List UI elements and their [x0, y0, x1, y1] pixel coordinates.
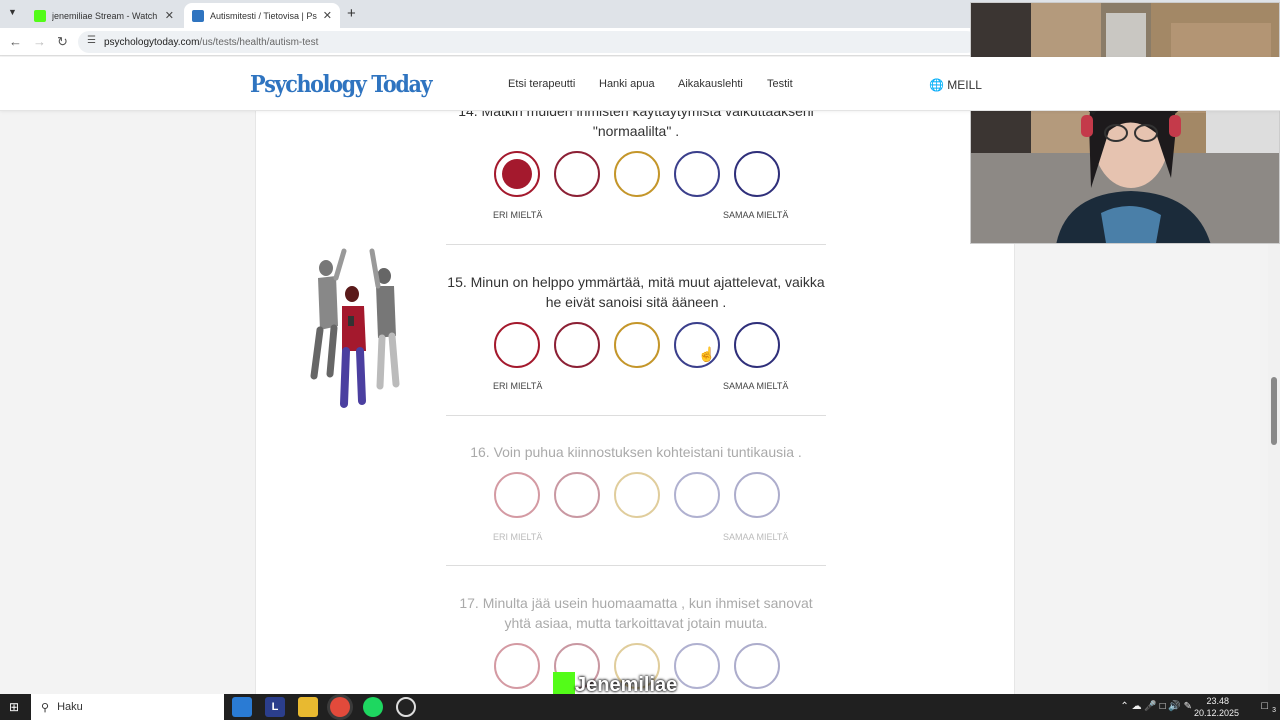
locale-label: MEILL — [947, 78, 982, 92]
q16-option-1[interactable] — [494, 472, 540, 518]
q16-option-4[interactable] — [674, 472, 720, 518]
q15-scale-right: SAMAA MIELTÄ — [723, 381, 789, 391]
forward-icon[interactable]: → — [33, 34, 46, 49]
tray-icons[interactable]: ⌃ ☁ 🎤 □ 🔊 ✎ — [1120, 701, 1192, 712]
q17-option-5[interactable] — [734, 643, 780, 689]
hand-cursor-icon: ☝ — [698, 346, 716, 362]
tab-title: jenemiliae Stream - Watch Live — [52, 10, 159, 21]
question-14-text: 14. Matkin muiden ihmisten käyttäytymist… — [458, 111, 814, 139]
q14-option-2[interactable] — [554, 151, 600, 197]
search-icon: ⚲ — [41, 701, 50, 714]
q15-option-5[interactable] — [734, 322, 780, 368]
question-divider — [446, 565, 826, 566]
spotify-icon[interactable] — [363, 697, 383, 717]
clock-time[interactable]: 23.48 — [1206, 696, 1229, 706]
people-illustration — [310, 248, 400, 408]
address-bar[interactable]: ☰ psychologytoday.com/us/tests/health/au… — [78, 31, 978, 53]
locale-selector[interactable]: 🌐 MEILL — [929, 78, 982, 92]
globe-icon: 🌐 — [929, 78, 944, 92]
tab-autism-test[interactable]: Autismitesti / Tietovisa | Psycho ✕ — [184, 3, 340, 28]
question-16-text: 16. Voin puhua kiinnostuksen kohteistani… — [470, 444, 802, 460]
url-path: /us/tests/health/autism-test — [199, 36, 319, 48]
q15-option-2[interactable] — [554, 322, 600, 368]
tab-list-dropdown-icon[interactable]: ▼ — [8, 7, 17, 17]
notification-icon[interactable]: □ — [1261, 700, 1268, 712]
tab-stream[interactable]: jenemiliae Stream - Watch Live ✕ — [26, 3, 182, 28]
q16-option-5[interactable] — [734, 472, 780, 518]
q14-scale-right: SAMAA MIELTÄ — [723, 210, 789, 220]
nav-get-help[interactable]: Hanki apua — [599, 78, 655, 90]
taskbar-search[interactable]: ⚲ Haku — [31, 694, 224, 720]
new-tab-icon[interactable]: + — [347, 5, 356, 22]
site-logo[interactable]: Psychology Today — [250, 71, 433, 98]
site-settings-icon[interactable]: ☰ — [87, 35, 96, 46]
selected-dot — [502, 159, 532, 189]
kick-logo-icon — [553, 672, 575, 694]
file-explorer-icon[interactable] — [298, 697, 318, 717]
q14-scale-left: ERI MIELTÄ — [493, 210, 543, 220]
back-icon[interactable]: ← — [9, 34, 22, 49]
q15-scale-left: ERI MIELTÄ — [493, 381, 543, 391]
q14-option-3[interactable] — [614, 151, 660, 197]
q15-option-1[interactable] — [494, 322, 540, 368]
nav-find-therapist[interactable]: Etsi terapeutti — [508, 78, 575, 90]
nav-magazine[interactable]: Aikakauslehti — [678, 78, 743, 90]
question-15-text: 15. Minun on helppo ymmärtää, mitä muut … — [447, 274, 825, 310]
question-divider — [446, 244, 826, 245]
notification-count: 3 — [1272, 707, 1276, 714]
windows-taskbar: ⊞ ⚲ Haku L ⌃ ☁ 🎤 □ 🔊 ✎ 23.48 20.12.2025 … — [0, 694, 1280, 720]
q15-option-3[interactable] — [614, 322, 660, 368]
close-tab-icon[interactable]: ✕ — [323, 9, 332, 22]
webcam-overlay — [970, 2, 1280, 244]
q16-scale-left: ERI MIELTÄ — [493, 532, 543, 542]
scrollbar-thumb[interactable] — [1271, 377, 1277, 445]
search-placeholder: Haku — [57, 701, 83, 713]
reload-icon[interactable]: ↻ — [57, 34, 68, 50]
question-17-text: 17. Minulta jää usein huomaamatta , kun … — [459, 595, 813, 631]
windows-start-icon[interactable]: ⊞ — [9, 700, 19, 714]
kick-favicon-icon — [34, 9, 46, 22]
clock-date[interactable]: 20.12.2025 — [1194, 708, 1239, 718]
stream-name: Jenemiliae — [575, 674, 678, 696]
close-tab-icon[interactable]: ✕ — [165, 9, 174, 22]
quiz-content: 14. Matkin muiden ihmisten käyttäytymist… — [255, 111, 1015, 694]
q17-option-1[interactable] — [494, 643, 540, 689]
nav-tests[interactable]: Testit — [767, 78, 793, 90]
q16-option-3[interactable] — [614, 472, 660, 518]
obs-icon[interactable] — [396, 697, 416, 717]
url-host: psychologytoday.com — [104, 36, 200, 48]
tab-title: Autismitesti / Tietovisa | Psycho — [210, 10, 317, 21]
chrome-icon[interactable] — [330, 697, 350, 717]
psychology-today-favicon-icon — [192, 9, 204, 22]
streamer-webcam-image — [971, 3, 1279, 243]
q16-option-2[interactable] — [554, 472, 600, 518]
question-divider — [446, 415, 826, 416]
mail-app-icon[interactable] — [232, 697, 252, 717]
l-app-icon[interactable]: L — [265, 697, 285, 717]
q14-option-1[interactable] — [494, 151, 540, 197]
q17-option-4[interactable] — [674, 643, 720, 689]
site-header: Psychology Today Etsi terapeutti Hanki a… — [0, 57, 1280, 111]
q14-option-4[interactable] — [674, 151, 720, 197]
q16-scale-right: SAMAA MIELTÄ — [723, 532, 789, 542]
q14-option-5[interactable] — [734, 151, 780, 197]
